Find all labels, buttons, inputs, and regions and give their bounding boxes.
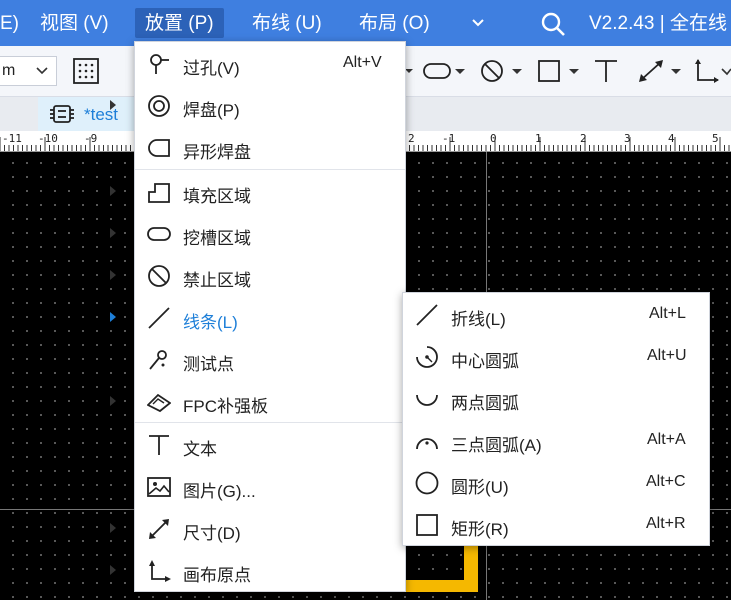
image-icon xyxy=(147,477,171,497)
rectangle-icon xyxy=(416,514,438,536)
search-icon[interactable] xyxy=(540,11,566,37)
dimension-icon xyxy=(149,519,169,539)
ruler-label: -9 xyxy=(84,132,98,145)
menu-item-label: 挖槽区域 xyxy=(183,229,251,248)
line-icon xyxy=(148,307,170,329)
dimension-tool-icon[interactable] xyxy=(636,58,686,84)
menubar: E) 视图 (V) 放置 (P) 布线 (U) 布局 (O) V2.2.43 |… xyxy=(0,0,731,46)
chevron-right-icon xyxy=(110,186,116,196)
menu-item-label: 画布原点 xyxy=(183,566,251,585)
place-menu: 过孔(V) Alt+V 焊盘(P) 异形焊盘 填充区域 挖槽区域 禁止区域 线条… xyxy=(110,41,406,592)
menu-item-label: 尺寸(D) xyxy=(183,524,241,543)
slot-region-icon xyxy=(147,227,171,241)
shortcut-label: Alt+L xyxy=(649,305,686,322)
ruler-label: 3 xyxy=(624,132,631,145)
shortcut-label: Alt+U xyxy=(647,347,687,364)
menu-edit[interactable]: E) xyxy=(0,0,19,46)
chevron-down-icon xyxy=(36,67,48,75)
ruler-label: 0 xyxy=(490,132,497,145)
menu-item-label: 折线(L) xyxy=(451,310,506,329)
menu-item-label: 图片(G)... xyxy=(183,482,256,501)
keepout-tool-icon[interactable] xyxy=(479,58,525,84)
unit-select[interactable]: m xyxy=(0,56,57,86)
custom-pad-icon xyxy=(148,139,170,157)
center-arc-icon xyxy=(416,346,438,368)
two-point-arc-icon xyxy=(416,394,438,406)
menu-item-rectangle[interactable]: 矩形(R) Alt+R xyxy=(403,503,709,545)
menu-item-label: 填充区域 xyxy=(183,187,251,206)
chevron-right-icon xyxy=(110,523,116,533)
menu-view[interactable]: 视图 (V) xyxy=(40,0,109,46)
chevron-right-icon xyxy=(110,565,116,575)
polyline-icon xyxy=(416,304,438,326)
ruler-label: 2 xyxy=(580,132,587,145)
text-icon xyxy=(149,435,169,455)
shortcut-label: Alt+V xyxy=(343,54,382,71)
menu-item-label: 线条(L) xyxy=(183,313,238,332)
menu-item-polyline[interactable]: 折线(L) Alt+L xyxy=(403,293,709,335)
menu-item-label: 中心圆弧 xyxy=(451,352,519,371)
three-point-arc-icon xyxy=(416,438,438,450)
menu-item-label: 过孔(V) xyxy=(183,59,240,78)
menu-item-three-point-arc[interactable]: 三点圆弧(A) Alt+A xyxy=(403,419,709,461)
grid-icon[interactable] xyxy=(70,56,102,86)
via-icon xyxy=(150,54,169,74)
chevron-right-icon xyxy=(110,312,116,322)
menu-place[interactable]: 放置 (P) xyxy=(135,8,224,38)
fill-region-icon xyxy=(148,183,170,203)
canvas-origin-tool-icon[interactable] xyxy=(694,58,731,84)
menu-item-label: 矩形(R) xyxy=(451,520,509,539)
shortcut-label: Alt+R xyxy=(646,515,686,532)
menu-item-two-point-arc[interactable]: 两点圆弧 xyxy=(403,377,709,419)
ruler-label: -11 xyxy=(2,132,22,145)
menu-layout[interactable]: 布局 (O) xyxy=(359,0,430,46)
pad-icon xyxy=(148,95,170,117)
menu-item-label: 测试点 xyxy=(183,355,234,374)
shortcut-label: Alt+A xyxy=(647,431,686,448)
tab-test[interactable]: *test xyxy=(38,97,134,131)
menu-item-label: 异形焊盘 xyxy=(183,143,251,162)
menu-item-label: 圆形(U) xyxy=(451,478,509,497)
text-tool-icon[interactable] xyxy=(592,58,620,84)
test-point-icon xyxy=(149,350,167,370)
menu-separator xyxy=(135,422,405,423)
ruler-label: 2 xyxy=(408,132,415,145)
circle-icon xyxy=(415,471,439,495)
fpc-stiffener-icon xyxy=(147,393,171,413)
ruler-label: -10 xyxy=(38,132,58,145)
unit-value: m xyxy=(2,62,16,79)
chevron-right-icon xyxy=(110,228,116,238)
chevron-right-icon xyxy=(110,100,116,110)
oval-tool-icon[interactable] xyxy=(422,58,468,84)
ruler-label: -1 xyxy=(442,132,456,145)
shortcut-label: Alt+C xyxy=(646,473,686,490)
menu-item-label: 三点圆弧(A) xyxy=(451,436,542,455)
rectangle-tool-icon[interactable] xyxy=(536,58,582,84)
ruler-label: 4 xyxy=(668,132,675,145)
menu-separator xyxy=(135,169,405,170)
menu-item-label: FPC补强板 xyxy=(183,397,268,416)
version-label: V2.2.43 | 全在线 xyxy=(589,13,727,34)
ruler-label: 5 xyxy=(712,132,719,145)
menu-item-label: 禁止区域 xyxy=(183,271,251,290)
ruler-label: 1 xyxy=(535,132,542,145)
chevron-right-icon xyxy=(110,270,116,280)
chevron-down-icon[interactable] xyxy=(470,14,486,30)
line-submenu: 折线(L) Alt+L 中心圆弧 Alt+U 两点圆弧 三点圆弧(A) Alt+… xyxy=(402,292,710,546)
menu-item-center-arc[interactable]: 中心圆弧 Alt+U xyxy=(403,335,709,377)
menu-item-circle[interactable]: 圆形(U) Alt+C xyxy=(403,461,709,503)
canvas-origin-icon xyxy=(149,560,171,582)
menu-item-label: 焊盘(P) xyxy=(183,101,240,120)
pcb-document-icon xyxy=(50,105,74,123)
menu-item-label: 两点圆弧 xyxy=(451,394,519,413)
menu-item-label: 文本 xyxy=(183,440,217,459)
chevron-right-icon xyxy=(110,396,116,406)
menu-route[interactable]: 布线 (U) xyxy=(252,0,322,46)
keepout-icon xyxy=(148,265,170,287)
